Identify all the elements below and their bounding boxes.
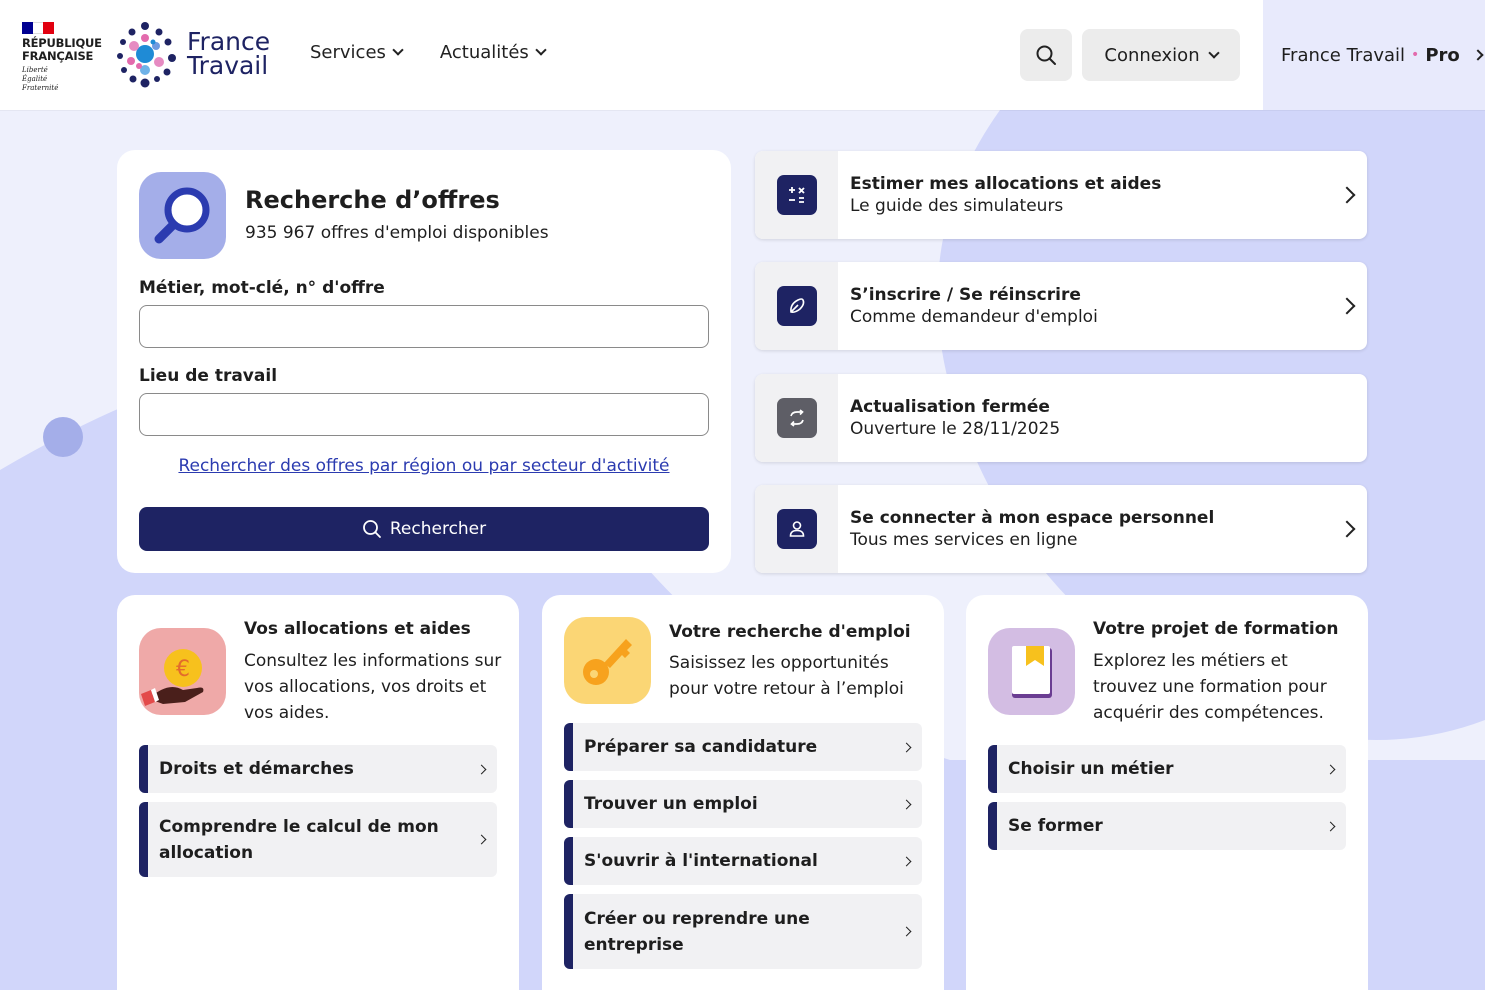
tile-subtitle: Comme demandeur d'emploi [850,307,1098,327]
link-preparer-candidature[interactable]: Préparer sa candidature [564,723,922,771]
tile-estimate-allocations[interactable]: Estimer mes allocations et aides Le guid… [755,151,1367,239]
job-search-card: Recherche d’offres 935 967 offres d'empl… [117,150,731,573]
chevron-right-icon [1338,520,1356,538]
refresh-icon [776,398,817,438]
calculator-icon [776,175,817,215]
chevron-right-icon [1325,821,1336,831]
card-description: Saisissez les opportunités pour votre re… [669,653,904,699]
chevron-down-icon [1207,46,1220,59]
brand-line2: Travail [187,51,269,80]
euro-coin-hand-icon: € [139,628,226,715]
tile-subtitle: Le guide des simulateurs [850,196,1064,216]
link-se-former[interactable]: Se former [988,802,1346,850]
header-search-button[interactable] [1020,29,1072,81]
link-creer-entreprise[interactable]: Créer ou reprendre une entreprise [564,894,922,969]
key-icon [564,617,651,704]
book-icon [988,628,1075,715]
card-allocations: € Vos allocations et aides Consultez les… [117,595,519,990]
france-travail-logo[interactable]: France Travail [115,20,270,88]
main-nav: Services Actualités [310,42,547,63]
search-submit-button[interactable]: Rechercher [139,507,709,551]
republique-francaise-logo[interactable]: RÉPUBLIQUE FRANÇAISE Liberté Égalité Fra… [22,22,102,92]
location-input[interactable] [139,393,709,436]
chevron-right-icon [476,834,487,845]
site-header: RÉPUBLIQUE FRANÇAISE Liberté Égalité Fra… [0,0,1485,110]
chevron-right-icon [1325,764,1336,774]
chevron-right-icon [901,799,912,809]
location-field-label: Lieu de travail [139,366,278,386]
france-travail-pro-link[interactable]: France Travail • Pro [1263,0,1485,110]
france-travail-dots-icon [117,22,176,88]
link-calcul-allocation[interactable]: Comprendre le calcul de mon allocation [139,802,497,877]
chevron-right-icon [901,856,912,866]
gov-name-line2: FRANÇAISE [22,49,94,63]
card-title: Votre recherche d'emploi [669,622,911,642]
magnifier-icon [139,172,226,259]
job-keyword-input[interactable] [139,305,709,348]
nav-item-actualites[interactable]: Actualités [440,42,547,63]
chevron-right-icon [901,926,912,937]
connexion-button[interactable]: Connexion [1082,29,1240,81]
french-flag-icon [22,22,55,34]
link-choisir-metier[interactable]: Choisir un métier [988,745,1346,793]
region-sector-search-link[interactable]: Rechercher des offres par région ou par … [117,456,731,476]
tile-title: Estimer mes allocations et aides [850,174,1162,194]
card-description: Explorez les métiers et trouvez une form… [1093,651,1327,723]
card-recherche-emploi: Votre recherche d'emploi Saisissez les o… [542,595,944,990]
tile-title: Se connecter à mon espace personnel [850,508,1215,528]
search-icon [1036,45,1056,65]
offers-count: 935 967 offres d'emploi disponibles [245,223,549,243]
link-droits-demarches[interactable]: Droits et démarches [139,745,497,793]
card-title: Vos allocations et aides [244,619,471,639]
tile-title: Actualisation fermée [850,397,1050,417]
search-icon [362,520,381,538]
user-icon [776,509,817,549]
svg-text:€: € [176,657,190,682]
tile-subtitle: Ouverture le 28/11/2025 [850,419,1061,439]
chevron-right-icon [1338,297,1356,315]
tile-inscription[interactable]: S’inscrire / Se réinscrire Comme demande… [755,262,1367,350]
link-trouver-emploi[interactable]: Trouver un emploi [564,780,922,828]
chevron-down-icon [392,44,404,56]
tile-title: S’inscrire / Se réinscrire [850,285,1081,305]
nav-item-services[interactable]: Services [310,42,404,63]
search-title: Recherche d’offres [245,186,500,214]
card-description: Consultez les informations sur vos alloc… [244,651,502,723]
gov-motto: Liberté Égalité Fraternité [22,66,59,92]
pen-icon [776,286,817,326]
card-formation: Votre projet de formation Explorez les m… [966,595,1368,990]
job-field-label: Métier, mot-clé, n° d'offre [139,278,385,298]
tile-espace-personnel[interactable]: Se connecter à mon espace personnel Tous… [755,485,1367,573]
chevron-right-icon [901,742,912,752]
link-international[interactable]: S'ouvrir à l'international [564,837,922,885]
chevron-right-icon [1338,186,1356,204]
chevron-down-icon [535,44,547,56]
card-title: Votre projet de formation [1093,619,1339,639]
chevron-right-icon [476,764,487,774]
chevron-right-icon [1472,49,1484,61]
tile-subtitle: Tous mes services en ligne [850,530,1078,550]
tile-actualisation: Actualisation fermée Ouverture le 28/11/… [755,374,1367,462]
